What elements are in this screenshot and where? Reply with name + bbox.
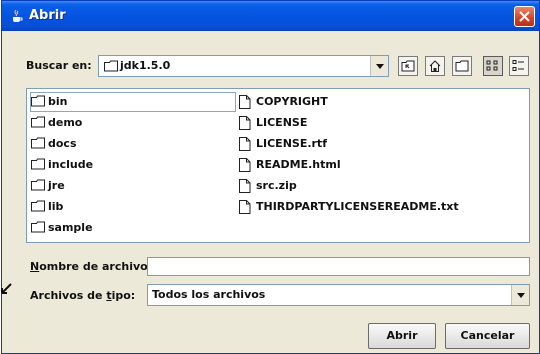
folder-name: bin [48, 95, 68, 108]
file-name-field[interactable] [147, 257, 530, 276]
file-type-label-prefix: Archivos de [30, 289, 107, 302]
folder-icon [31, 158, 45, 170]
folder-icon [104, 60, 118, 72]
file-icon [239, 95, 251, 109]
window-title: Abrir [29, 8, 66, 23]
list-item-folder[interactable]: jre [31, 177, 131, 195]
title-bar[interactable]: Abrir [2, 1, 539, 31]
file-list[interactable]: bin demo docs include jre lib sample COP… [26, 88, 530, 243]
folder-icon [31, 200, 45, 212]
new-folder-icon [455, 60, 469, 72]
file-icon [239, 179, 251, 193]
new-folder-button[interactable] [452, 56, 472, 76]
look-in-value: jdk1.5.0 [120, 59, 171, 72]
mouse-pointer-icon [1, 283, 12, 294]
details-view-button[interactable] [509, 56, 529, 76]
open-button[interactable]: Abrir [368, 323, 436, 349]
list-item-folder[interactable]: lib [31, 198, 131, 216]
folder-icon [31, 116, 45, 128]
home-button[interactable] [425, 56, 445, 76]
chevron-down-icon[interactable] [370, 56, 388, 76]
folder-name: jre [48, 179, 65, 192]
file-type-label: Archivos de tipo: [30, 289, 135, 302]
list-item-file[interactable]: LICENSE [239, 114, 499, 132]
list-item-file[interactable]: src.zip [239, 177, 499, 195]
list-item-file[interactable]: THIRDPARTYLICENSEREADME.txt [239, 198, 499, 216]
file-icon [239, 137, 251, 151]
details-view-icon [512, 60, 524, 71]
list-view-icon [486, 60, 498, 71]
file-name: README.html [256, 158, 341, 171]
home-icon [429, 60, 441, 72]
folder-icon [31, 95, 45, 107]
list-item-folder[interactable]: docs [31, 135, 131, 153]
list-item-file[interactable]: README.html [239, 156, 499, 174]
list-item-folder[interactable]: sample [31, 219, 131, 237]
file-icon [239, 158, 251, 172]
file-type-value: Todos los archivos [152, 288, 266, 301]
list-item-folder[interactable]: bin [30, 92, 236, 112]
file-name-label-rest: ombre de archivo: [39, 260, 153, 273]
close-button[interactable] [514, 6, 535, 27]
folder-up-icon [401, 60, 415, 72]
look-in-combo[interactable]: jdk1.5.0 [98, 55, 389, 77]
list-item-file[interactable]: COPYRIGHT [239, 93, 499, 111]
cancel-button[interactable]: Cancelar [445, 323, 530, 349]
open-dialog: Abrir Buscar en: jdk1.5.0 bin demo docs … [1, 0, 540, 354]
folder-name: sample [48, 221, 93, 234]
file-name-label: Nombre de archivo: [30, 260, 152, 273]
list-view-button[interactable] [483, 56, 503, 76]
folder-name: include [48, 158, 94, 171]
java-cup-icon [13, 9, 23, 22]
list-item-folder[interactable]: demo [31, 114, 131, 132]
mnemonic-n: N [30, 260, 40, 273]
file-name: LICENSE [256, 116, 308, 129]
folder-name: demo [48, 116, 83, 129]
folder-icon [31, 221, 45, 233]
file-name: LICENSE.rtf [256, 137, 327, 150]
file-name: THIRDPARTYLICENSEREADME.txt [256, 200, 459, 213]
file-icon [239, 200, 251, 214]
file-type-label-suffix: ipo: [111, 289, 136, 302]
chevron-down-icon[interactable] [511, 285, 529, 305]
close-icon [519, 11, 530, 22]
list-item-file[interactable]: LICENSE.rtf [239, 135, 499, 153]
folder-name: lib [48, 200, 64, 213]
look-in-label: Buscar en: [26, 59, 92, 72]
folder-name: docs [48, 137, 77, 150]
file-name: COPYRIGHT [256, 95, 328, 108]
folder-icon [31, 137, 45, 149]
file-type-combo[interactable]: Todos los archivos [147, 284, 530, 306]
file-name: src.zip [256, 179, 297, 192]
file-icon [239, 116, 251, 130]
folder-icon [31, 179, 45, 191]
up-one-level-button[interactable] [398, 56, 418, 76]
list-item-folder[interactable]: include [31, 156, 131, 174]
